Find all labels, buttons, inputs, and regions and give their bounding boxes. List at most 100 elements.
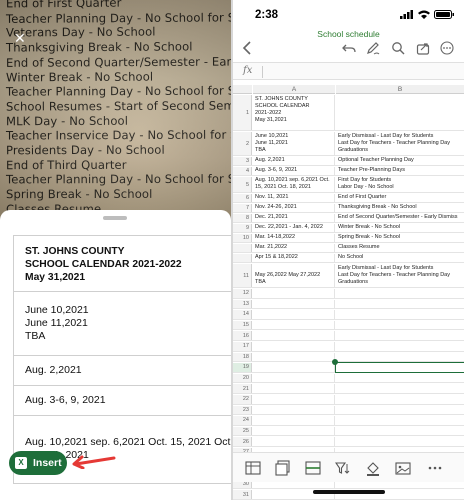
cell-b[interactable]: Spring Break - No School [336,234,464,242]
table-row[interactable]: 4 Aug. 3-6, 9, 2021 Teacher Pre-Planning D… [233,167,464,176]
cell-a[interactable] [253,437,335,446]
row-header[interactable]: 4 [233,167,252,175]
cell-a[interactable]: Aug. 2,2021 [253,157,335,165]
table-row[interactable]: 26 [233,437,464,447]
row-header[interactable] [233,244,252,252]
cell-a[interactable]: Nov. 11, 2021 [253,194,335,202]
table-row[interactable]: 18 [233,352,464,363]
drag-handle[interactable] [103,216,127,220]
row-header[interactable]: 2 [233,132,252,155]
selected-cell[interactable] [332,359,464,373]
cell-b[interactable]: Classes Resume [336,244,464,252]
close-icon[interactable]: ✕ [14,30,26,47]
row-header[interactable]: 24 [233,416,252,425]
row-header[interactable]: 1 [233,95,252,130]
format-cells-icon[interactable] [275,460,291,476]
row-header[interactable]: 13 [233,299,252,309]
cell-b[interactable] [336,427,464,436]
table-row[interactable]: 22 [233,395,464,405]
cell-b[interactable] [336,331,464,340]
scan-cell[interactable]: June 10,2021 June 11,2021 TBA [13,292,231,356]
row-header[interactable]: 3 [233,157,252,165]
cell-a[interactable] [253,289,335,298]
cell-a[interactable]: Apr 15 & 18,2022 [253,254,335,262]
cell-a[interactable]: Dec. 22,2021 - Jan. 4, 2022 [253,224,335,232]
cell-a[interactable] [253,426,335,436]
cell-a[interactable]: Mar. 14-18,2022 [253,234,335,242]
cell-b[interactable]: Optional Teacher Planning Day [336,157,464,165]
cell-a[interactable] [253,405,335,415]
row-header[interactable]: 20 [233,373,252,383]
back-chevron-icon[interactable] [239,40,255,56]
table-row[interactable]: 11 May 26,2022 May 27,2022 TBA Early Dismis… [233,264,464,288]
table-row[interactable]: 25 [233,426,464,437]
table-row[interactable]: 19 [233,359,464,373]
cell-a[interactable] [253,299,335,309]
home-indicator[interactable] [313,490,385,494]
cell-a[interactable]: Dec. 21,2021 [253,214,335,222]
cell-a[interactable] [253,416,335,425]
select-all-corner[interactable] [233,85,252,94]
table-row[interactable]: 13 [233,299,464,310]
row-header[interactable]: 16 [233,331,252,340]
more-tools-icon[interactable] [427,460,443,476]
cell-a[interactable]: Nov. 24-26, 2021 [253,204,335,212]
cell-a[interactable] [253,320,335,330]
table-icon[interactable] [245,460,261,476]
table-row[interactable]: 12 [233,289,464,299]
row-header[interactable]: 31 [233,490,252,499]
row-header[interactable]: 14 [233,310,252,319]
row-header[interactable]: 9 [233,224,252,232]
cell-b[interactable] [336,384,464,393]
table-row[interactable]: 9 Dec. 22,2021 - Jan. 4, 2022 Winter Break… [233,224,464,233]
formula-bar[interactable]: fx [233,62,464,80]
row-header[interactable]: 15 [233,320,252,330]
cell-a[interactable]: June 10,2021 June 11,2021 TBA [253,132,335,155]
cell-b[interactable]: First Day for Students Labor Day - No Sch… [336,177,464,192]
table-row[interactable]: 23 [233,405,464,416]
cell-b[interactable]: Winter Break - No School [336,224,464,232]
table-row[interactable]: 1 ST. JOHNS COUNTY SCHOOL CALENDAR 2021-202… [233,95,464,131]
row-header[interactable]: 26 [233,437,252,446]
table-row[interactable]: 3 Aug. 2,2021 Optional Teacher Planning Da… [233,157,464,166]
insert-rows-icon[interactable] [305,460,321,476]
cell-a[interactable] [253,384,335,393]
table-row[interactable]: 16 [233,331,464,341]
table-row[interactable]: Apr 15 & 18,2022 No School [233,254,464,263]
table-row[interactable]: Mar. 21,2022 Classes Resume [233,244,464,253]
cell-a[interactable] [253,363,335,372]
scan-cell[interactable]: Aug. 2,2021 [13,356,231,386]
column-header-b[interactable]: B [336,85,464,94]
cell-b[interactable] [336,289,464,298]
search-icon[interactable] [390,40,406,56]
table-row[interactable]: 6 Nov. 11, 2021 End of First Quarter [233,194,464,203]
table-row[interactable]: 17 [233,342,464,352]
row-header[interactable]: 17 [233,342,252,351]
row-header[interactable]: 6 [233,194,252,202]
more-options-icon[interactable] [439,40,455,56]
cell-b[interactable] [336,416,464,425]
cell-a[interactable] [253,352,335,362]
cell-b[interactable]: Thanksgiving Break - No School [336,204,464,212]
cell-b[interactable]: End of First Quarter [336,194,464,202]
row-header[interactable]: 19 [233,363,252,372]
row-header[interactable]: 23 [233,405,252,415]
table-row[interactable]: 21 [233,384,464,394]
table-row[interactable]: 5 Aug. 10,2021 sep. 6,2021 Oct. 15, 2021 O… [233,177,464,193]
table-row[interactable]: 14 [233,310,464,320]
cell-b[interactable]: Teacher Pre-Planning Days [336,167,464,175]
sort-filter-icon[interactable] [334,460,351,476]
fill-color-icon[interactable] [365,460,381,476]
row-header[interactable]: 12 [233,289,252,298]
cell-a[interactable] [253,331,335,340]
cell-a[interactable] [253,342,335,351]
scan-cell[interactable]: Aug. 3-6, 9, 2021 [13,386,231,416]
row-header[interactable]: 18 [233,352,252,362]
cell-a[interactable] [253,373,335,383]
cell-b[interactable] [336,300,464,309]
cell-b[interactable] [336,342,464,351]
row-header[interactable]: 11 [233,264,252,287]
row-header[interactable]: 7 [233,204,252,212]
cell-b[interactable] [336,437,464,446]
column-header-a[interactable]: A [253,85,335,94]
